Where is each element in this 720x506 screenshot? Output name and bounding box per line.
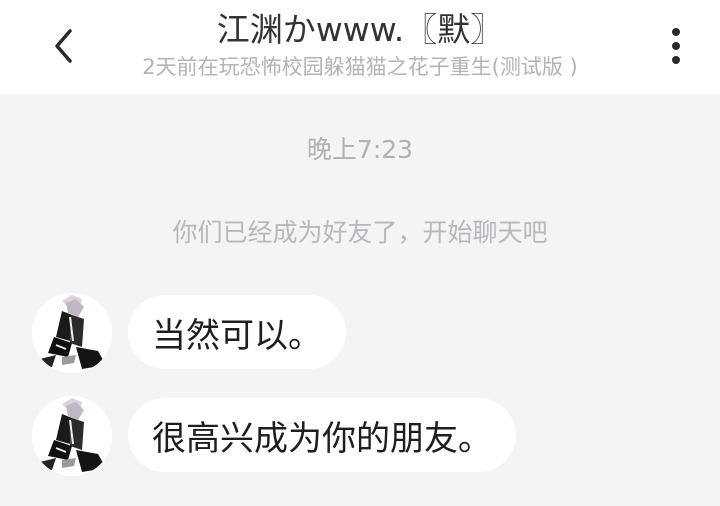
avatar-image — [32, 396, 112, 476]
avatar[interactable] — [32, 293, 112, 373]
message-bubble[interactable]: 很高兴成为你的朋友。 — [128, 398, 516, 472]
top-bar: 江渊かwww.〖默〗 2天前在玩恐怖校园躲猫猫之花子重生(测试版 ) — [0, 0, 720, 94]
message-row: 当然可以。 — [0, 293, 720, 373]
message-timestamp: 晚上7:23 — [306, 135, 414, 164]
message-bubble[interactable]: 当然可以。 — [128, 295, 346, 369]
avatar[interactable] — [32, 396, 112, 476]
message-row: 很高兴成为你的朋友。 — [0, 396, 720, 476]
back-button[interactable] — [44, 22, 84, 70]
more-options-button[interactable] — [656, 22, 696, 70]
vertical-ellipsis-icon — [672, 28, 680, 64]
chat-subtitle: 2天前在玩恐怖校园躲猫猫之花子重生(测试版 ) — [142, 55, 578, 79]
avatar-image — [32, 293, 112, 373]
chat-title: 江渊かwww.〖默〗 — [216, 10, 504, 49]
system-message: 你们已经成为好友了，开始聊天吧 — [172, 218, 548, 247]
chevron-left-icon — [55, 29, 72, 63]
